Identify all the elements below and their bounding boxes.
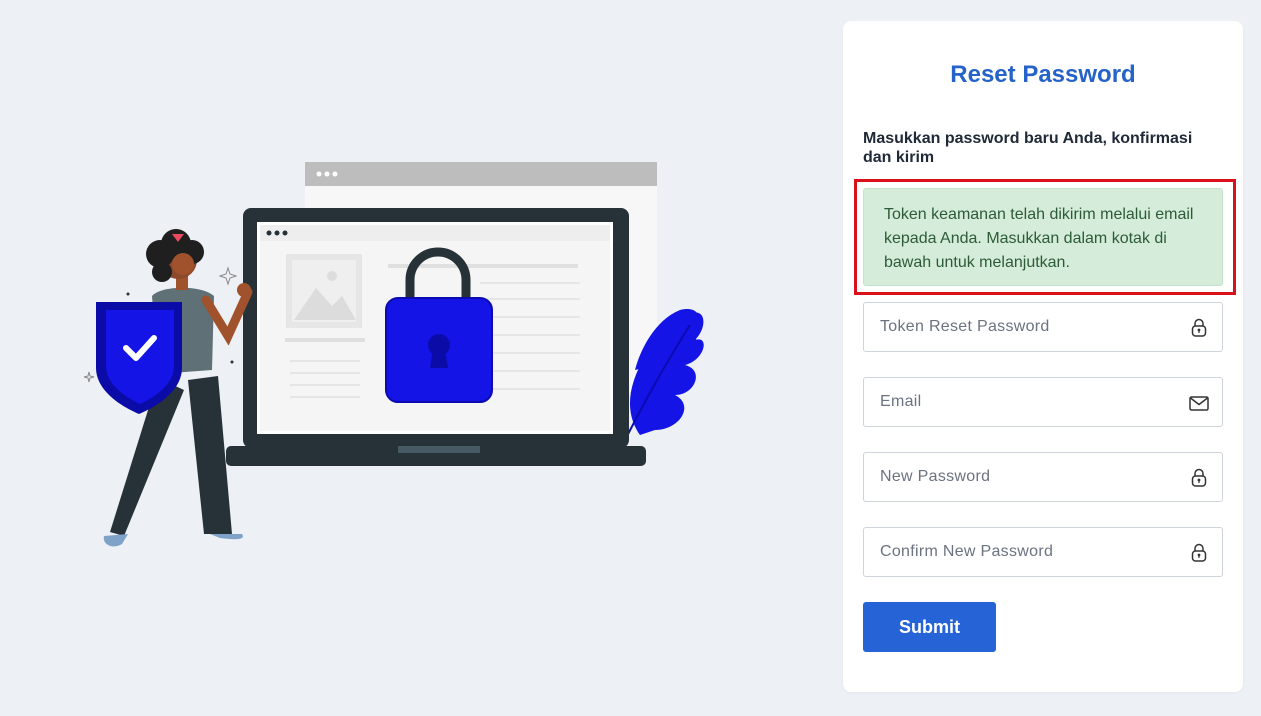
envelope-icon: [1189, 396, 1209, 411]
reset-token-input[interactable]: [864, 303, 1222, 351]
success-alert: Token keamanan telah dikirim melalui ema…: [863, 188, 1223, 286]
reset-token-field[interactable]: [863, 302, 1223, 352]
security-illustration: [80, 150, 720, 560]
instruction-text: Masukkan password baru Anda, konfirmasi …: [863, 130, 1193, 166]
email-input[interactable]: [864, 378, 1222, 426]
new-password-input[interactable]: [864, 453, 1222, 501]
submit-button[interactable]: Submit: [863, 602, 996, 652]
new-password-field[interactable]: [863, 452, 1223, 502]
confirm-password-field[interactable]: [863, 527, 1223, 577]
lock-icon: [1191, 468, 1207, 487]
reset-password-card: Reset Password Masukkan password baru An…: [843, 21, 1243, 692]
page-title: Reset Password: [950, 61, 1136, 88]
confirm-password-input[interactable]: [864, 528, 1222, 576]
lock-icon: [1191, 318, 1207, 337]
lock-icon: [1191, 543, 1207, 562]
email-field[interactable]: [863, 377, 1223, 427]
